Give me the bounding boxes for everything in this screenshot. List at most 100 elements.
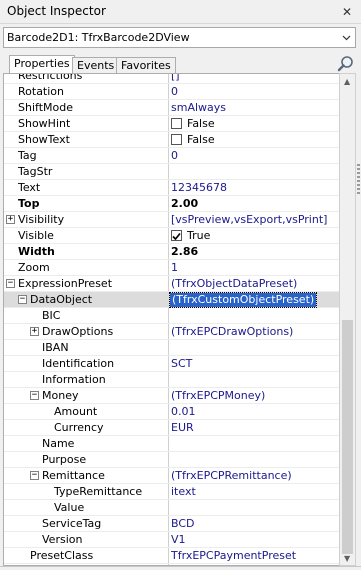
- property-row[interactable]: Zoom 1: [4, 260, 339, 276]
- property-checkbox[interactable]: [171, 230, 182, 241]
- property-value[interactable]: []: [171, 74, 180, 83]
- scrollbar-thumb[interactable]: [342, 320, 353, 554]
- property-name: IBAN: [42, 341, 69, 354]
- property-row[interactable]: Version V1: [4, 532, 339, 548]
- property-value[interactable]: 0: [171, 85, 178, 99]
- property-row[interactable]: PresetClass TfrxEPCPaymentPreset: [4, 548, 339, 564]
- property-value[interactable]: (TfrxEPCDrawOptions): [171, 325, 293, 339]
- property-value[interactable]: [vsPreview,vsExport,vsPrint]: [171, 213, 327, 227]
- tab-properties[interactable]: Properties: [9, 55, 75, 74]
- collapse-icon[interactable]: −: [18, 295, 27, 304]
- property-value[interactable]: itext: [171, 485, 196, 499]
- property-row[interactable]: Text 12345678: [4, 180, 339, 196]
- property-value[interactable]: EUR: [171, 421, 194, 435]
- property-value[interactable]: True: [187, 229, 210, 243]
- tab-favorites-label: Favorites: [121, 59, 171, 72]
- property-name: Visibility: [18, 213, 65, 226]
- property-name: TypeRemittance: [54, 485, 143, 498]
- resize-grip-icon[interactable]: [356, 162, 361, 198]
- chevron-down-icon[interactable]: [338, 28, 355, 47]
- property-row[interactable]: Restrictions []: [4, 74, 339, 84]
- property-row[interactable]: + Visibility [vsPreview,vsExport,vsPrint]: [4, 212, 339, 228]
- property-value[interactable]: 0.01: [171, 405, 196, 419]
- property-row[interactable]: ShiftMode smAlways: [4, 100, 339, 116]
- property-row[interactable]: ShowText False: [4, 132, 339, 148]
- property-row[interactable]: Tag 0: [4, 148, 339, 164]
- expand-icon[interactable]: +: [6, 215, 15, 224]
- property-value[interactable]: (TfrxCustomObjectPreset): [168, 292, 318, 308]
- collapse-icon[interactable]: −: [6, 279, 15, 288]
- property-row[interactable]: Visible True: [4, 228, 339, 244]
- property-row[interactable]: Currency EUR: [4, 420, 339, 436]
- property-row[interactable]: BIC: [4, 308, 339, 324]
- object-selector-value: Barcode2D1: TfrxBarcode2DView: [7, 31, 190, 44]
- bottom-border: [0, 566, 361, 567]
- property-row[interactable]: Top 2.00: [4, 196, 339, 212]
- property-name: Money: [42, 389, 79, 402]
- property-value[interactable]: (TfrxObjectDataPreset): [171, 277, 297, 291]
- expand-icon[interactable]: +: [30, 327, 39, 336]
- property-row[interactable]: − DataObject (TfrxCustomObjectPreset): [4, 292, 339, 308]
- property-row[interactable]: − Money (TfrxEPCPMoney): [4, 388, 339, 404]
- property-value[interactable]: BCD: [171, 517, 195, 531]
- property-value[interactable]: V1: [171, 533, 186, 547]
- property-value[interactable]: (TfrxEPCPMoney): [171, 389, 265, 403]
- vertical-scrollbar[interactable]: ▲ ▼: [339, 73, 356, 566]
- property-name: Currency: [54, 421, 104, 434]
- property-name: ShowHint: [18, 117, 71, 130]
- property-name: Text: [18, 181, 41, 194]
- property-row[interactable]: ServiceTag BCD: [4, 516, 339, 532]
- property-row[interactable]: Identification SCT: [4, 356, 339, 372]
- property-row[interactable]: TagStr: [4, 164, 339, 180]
- property-row[interactable]: Width 2.86: [4, 244, 339, 260]
- property-name: Zoom: [18, 261, 50, 274]
- property-name: Purpose: [42, 453, 87, 466]
- property-row[interactable]: Amount 0.01: [4, 404, 339, 420]
- property-value[interactable]: 0: [171, 149, 178, 163]
- property-row[interactable]: TypeRemittance itext: [4, 484, 339, 500]
- property-value[interactable]: SCT: [171, 357, 192, 371]
- collapse-icon[interactable]: −: [30, 471, 39, 480]
- property-value[interactable]: 1: [171, 261, 178, 275]
- property-grid[interactable]: Restrictions [] Rotation 0 ShiftMode smAlways…: [3, 73, 340, 566]
- property-row[interactable]: ShowHint False: [4, 116, 339, 132]
- property-name: Width: [18, 245, 55, 258]
- property-value[interactable]: smAlways: [171, 101, 226, 115]
- scroll-down-icon[interactable]: ▼: [344, 554, 352, 563]
- property-row[interactable]: Information: [4, 372, 339, 388]
- property-name: Remittance: [42, 469, 105, 482]
- close-icon[interactable]: ✕: [337, 2, 357, 22]
- property-row[interactable]: Name: [4, 436, 339, 452]
- property-row[interactable]: Value: [4, 500, 339, 516]
- property-row[interactable]: − Remittance (TfrxEPCPRemittance): [4, 468, 339, 484]
- property-value[interactable]: (TfrxEPCPRemittance): [171, 469, 292, 483]
- collapse-icon[interactable]: −: [30, 391, 39, 400]
- property-value[interactable]: False: [187, 133, 215, 147]
- tab-favorites[interactable]: Favorites: [116, 57, 176, 74]
- property-name: Version: [42, 533, 83, 546]
- property-name: Identification: [42, 357, 115, 370]
- tab-events[interactable]: Events: [72, 57, 120, 74]
- property-name: Tag: [18, 149, 37, 162]
- property-value[interactable]: 2.00: [171, 197, 198, 211]
- property-value[interactable]: 12345678: [171, 181, 227, 195]
- property-checkbox[interactable]: [171, 134, 182, 145]
- property-name: TagStr: [18, 165, 53, 178]
- property-row[interactable]: IBAN: [4, 340, 339, 356]
- property-name: Value: [54, 501, 85, 514]
- scroll-up-icon[interactable]: ▲: [344, 77, 352, 86]
- search-icon[interactable]: [336, 54, 356, 74]
- property-row[interactable]: + DrawOptions (TfrxEPCDrawOptions): [4, 324, 339, 340]
- property-value[interactable]: False: [187, 117, 215, 131]
- property-value[interactable]: 2.86: [171, 245, 198, 259]
- property-name: DrawOptions: [42, 325, 114, 338]
- property-value[interactable]: TfrxEPCPaymentPreset: [171, 549, 296, 563]
- property-name: ServiceTag: [42, 517, 102, 530]
- property-row[interactable]: Rotation 0: [4, 84, 339, 100]
- property-row[interactable]: Purpose: [4, 452, 339, 468]
- object-selector-combo[interactable]: Barcode2D1: TfrxBarcode2DView: [3, 27, 356, 48]
- title-bar: Object Inspector ✕: [0, 0, 361, 24]
- property-row[interactable]: − ExpressionPreset (TfrxObjectDataPreset): [4, 276, 339, 292]
- property-checkbox[interactable]: [171, 118, 182, 129]
- property-name: ShowText: [18, 133, 70, 146]
